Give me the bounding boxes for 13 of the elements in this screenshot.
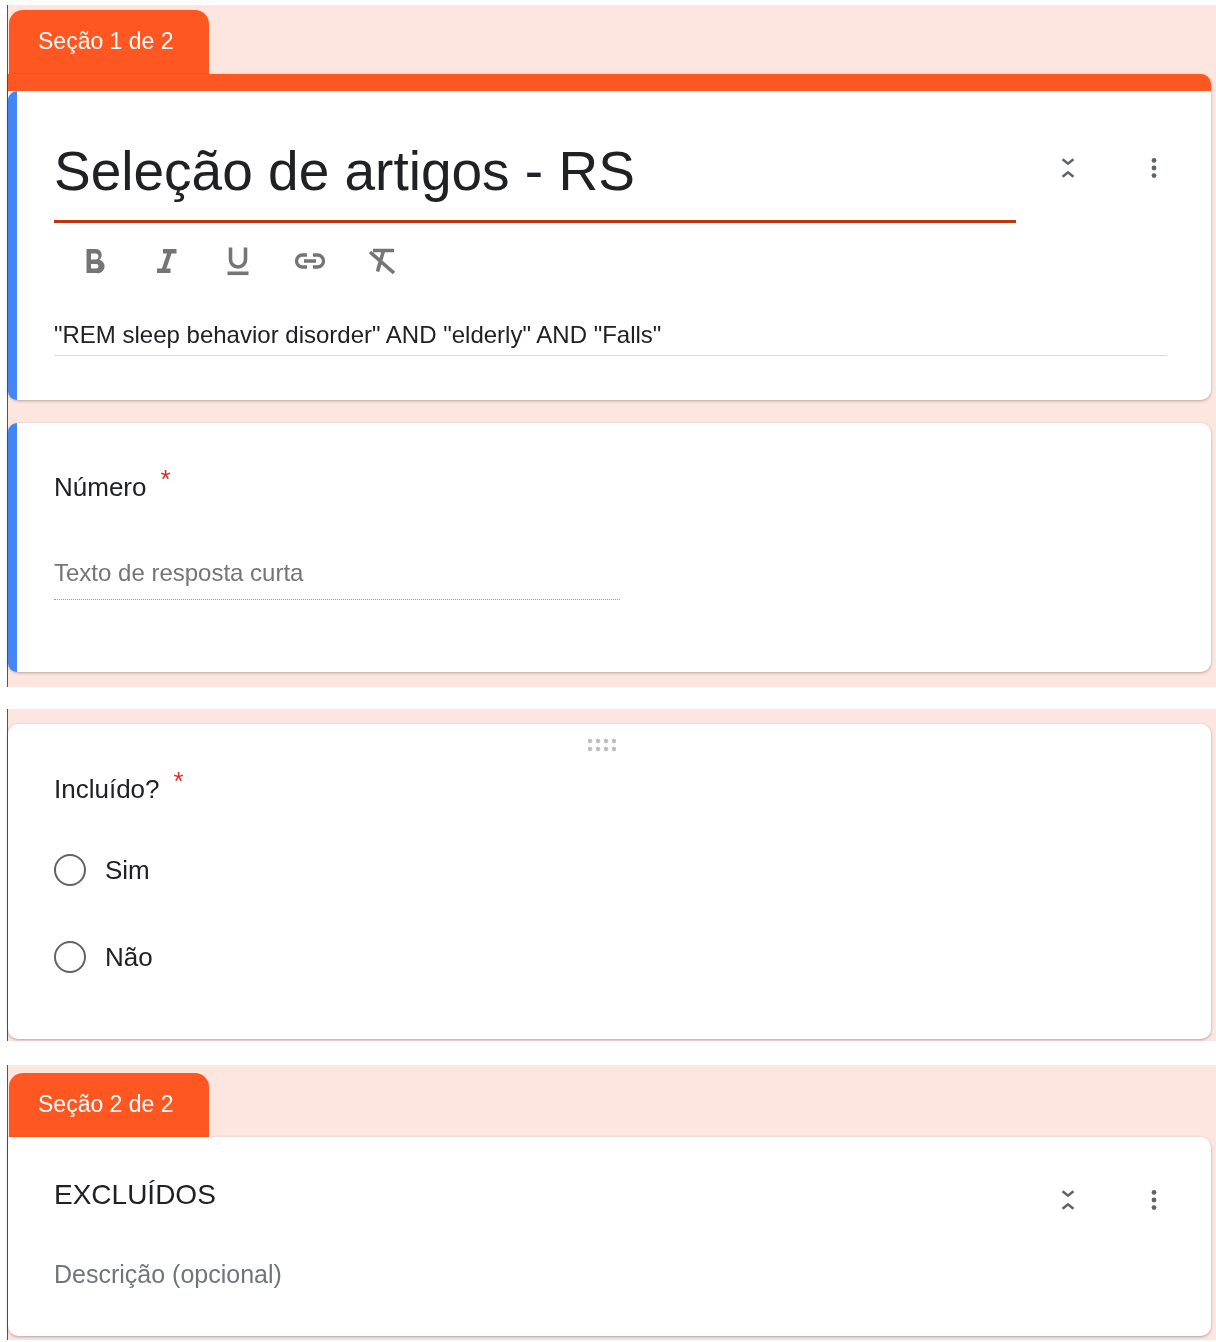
section-title[interactable]: EXCLUÍDOS — [54, 1165, 1025, 1211]
required-mark: * — [173, 766, 184, 797]
question-title[interactable]: Incluído? — [54, 774, 160, 805]
title-field[interactable]: Seleção de artigos - RS — [54, 129, 1016, 223]
question-title[interactable]: Número — [54, 472, 147, 503]
short-answer-field[interactable]: Texto de resposta curta — [54, 559, 620, 600]
radio-button[interactable] — [54, 941, 86, 973]
required-mark: * — [160, 464, 171, 495]
option-label[interactable]: Não — [105, 941, 153, 973]
description-field[interactable]: "REM sleep behavior disorder" AND "elderly" AND "Falls" — [54, 321, 1167, 356]
radio-button[interactable] — [54, 854, 86, 886]
drag-handle-icon[interactable] — [586, 738, 617, 752]
option-label[interactable]: Sim — [105, 854, 150, 886]
